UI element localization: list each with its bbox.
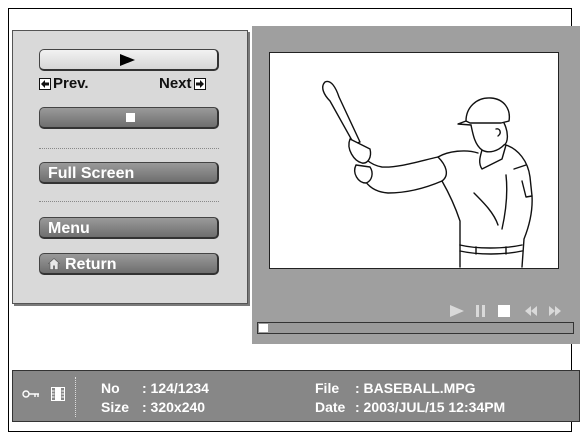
- play-button[interactable]: [39, 49, 219, 71]
- file-value: : BASEBALL.MPG: [355, 380, 476, 396]
- separator: [39, 148, 219, 149]
- play-icon[interactable]: [450, 305, 464, 317]
- pause-icon[interactable]: [476, 305, 486, 317]
- no-value: : 124/1234: [142, 380, 209, 396]
- date-label: Date: [315, 399, 346, 415]
- prev-label: Prev.: [53, 75, 89, 92]
- progress-fill: [259, 324, 268, 332]
- stop-icon[interactable]: [498, 305, 510, 317]
- home-icon: [47, 257, 61, 270]
- file-label: File: [315, 380, 340, 396]
- video-frame: [269, 52, 559, 269]
- no-label: No: [101, 380, 120, 396]
- menu-label: Menu: [48, 220, 90, 237]
- stop-button[interactable]: [39, 107, 219, 129]
- separator: [39, 201, 219, 202]
- fast-forward-icon[interactable]: [548, 305, 562, 317]
- full-screen-label: Full Screen: [48, 165, 135, 182]
- next-label: Next: [159, 75, 192, 92]
- transport-bar: [252, 296, 580, 344]
- rewind-icon[interactable]: [524, 305, 538, 317]
- baseball-player-image: [322, 80, 533, 268]
- full-screen-button[interactable]: Full Screen: [39, 162, 219, 184]
- size-label: Size: [101, 399, 130, 415]
- date-value: : 2003/JUL/15 12:34PM: [355, 399, 506, 415]
- return-label: Return: [65, 256, 117, 273]
- play-icon: [120, 54, 135, 66]
- size-value: : 320x240: [142, 399, 206, 415]
- divider: [75, 377, 76, 417]
- control-panel: Prev. Next Full Screen Menu Return: [12, 30, 248, 304]
- key-icon: [22, 390, 39, 398]
- prev-arrow-icon: [39, 77, 51, 90]
- stop-icon: [126, 113, 135, 122]
- menu-button[interactable]: Menu: [39, 217, 219, 239]
- film-icon: [51, 387, 65, 401]
- next-arrow-icon: [193, 77, 206, 90]
- return-button[interactable]: Return: [39, 253, 219, 275]
- next-button[interactable]: Next: [159, 75, 206, 92]
- progress-bar[interactable]: [257, 322, 574, 334]
- return-content: Return: [47, 256, 117, 274]
- info-bar: No : 124/1234 Size : 320x240 File : BASE…: [12, 370, 580, 422]
- prev-button[interactable]: Prev.: [39, 75, 89, 92]
